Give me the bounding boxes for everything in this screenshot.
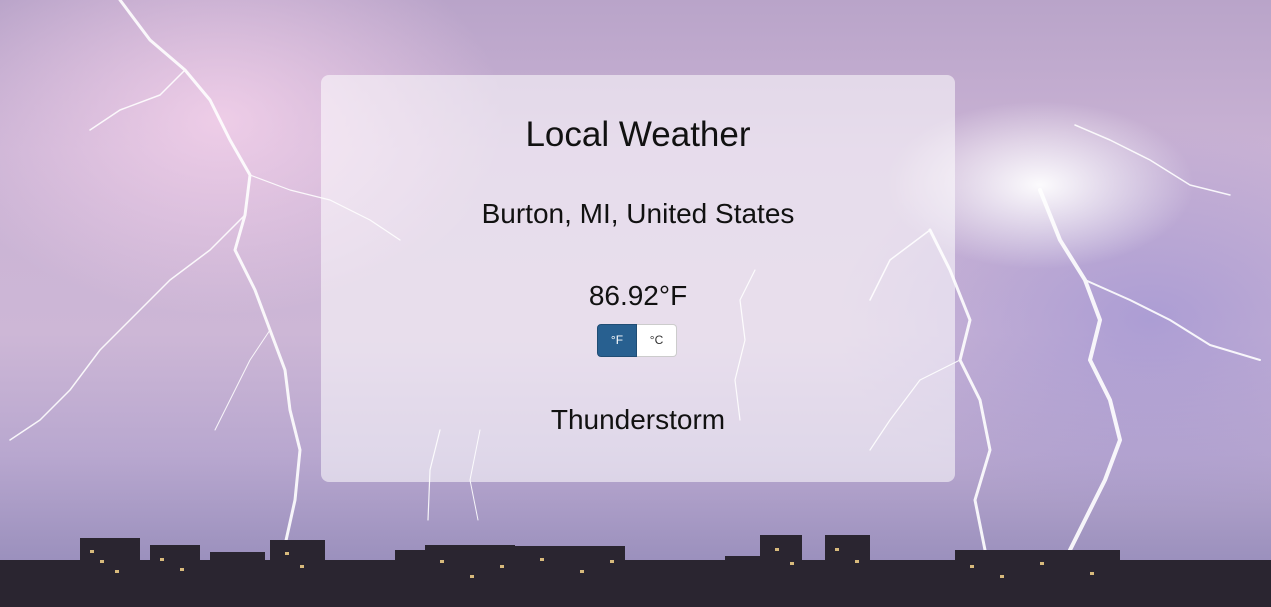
weather-card: Local Weather Burton, MI, United States … [321,75,955,482]
weather-condition: Thunderstorm [550,404,726,435]
page-title: Local Weather [525,115,751,154]
temperature-value: 86.92°F [588,280,688,311]
celsius-button[interactable]: °C [637,324,677,357]
location-label: Burton, MI, United States [481,198,795,229]
unit-toggle: °F °C [597,324,677,357]
fahrenheit-button[interactable]: °F [597,324,637,357]
